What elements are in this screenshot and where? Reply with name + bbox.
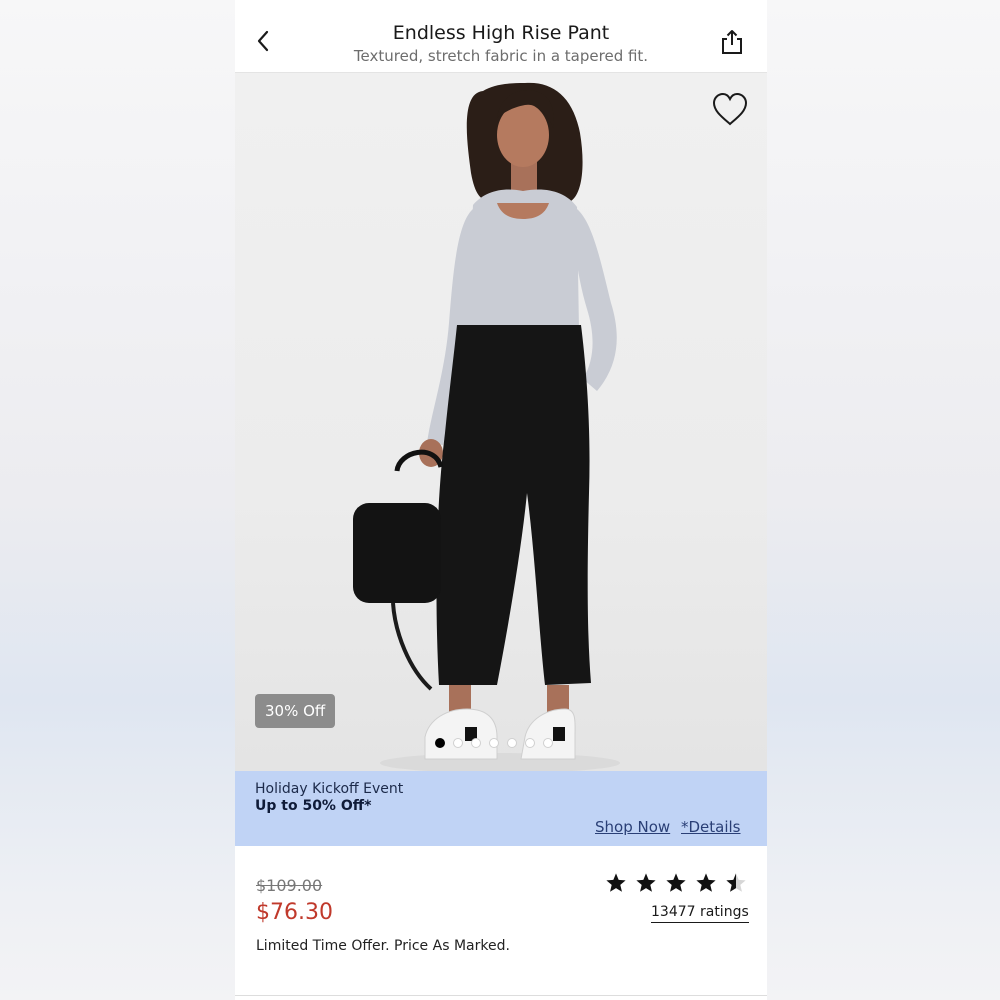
product-photo — [353, 82, 620, 771]
details-link[interactable]: *Details — [681, 818, 741, 836]
price-section: $109.00 $76.30 Limited Time Offer. Price… — [235, 846, 767, 996]
offer-note: Limited Time Offer. Price As Marked. — [256, 938, 510, 954]
share-icon — [722, 30, 742, 54]
sale-price: $76.30 — [256, 900, 333, 925]
discount-badge: 30% Off — [255, 694, 336, 728]
star-icon — [666, 873, 686, 892]
promo-offer: Up to 50% Off* — [255, 798, 372, 814]
carousel-dot[interactable] — [543, 738, 553, 748]
shop-now-link[interactable]: Shop Now — [595, 818, 670, 836]
ratings-count-link[interactable]: 13477 ratings — [651, 904, 749, 923]
heart-icon — [712, 92, 748, 126]
carousel-dot[interactable] — [525, 738, 535, 748]
divider — [235, 995, 767, 996]
half-star-icon — [726, 873, 746, 892]
carousel-dots — [435, 737, 553, 749]
star-icon — [636, 873, 656, 892]
product-page: Endless High Rise Pant Textured, stretch… — [235, 0, 767, 1000]
background-right — [767, 0, 1000, 1000]
carousel-dot[interactable] — [453, 738, 463, 748]
page-subtitle: Textured, stretch fabric in a tapered fi… — [353, 47, 649, 65]
product-image-carousel[interactable]: 30% Off — [235, 73, 767, 771]
star-rating[interactable] — [605, 872, 747, 896]
carousel-dot[interactable] — [507, 738, 517, 748]
star-icon — [696, 873, 716, 892]
share-button[interactable] — [719, 28, 745, 56]
carousel-dot[interactable] — [435, 738, 445, 748]
star-icon — [606, 873, 626, 892]
original-price: $109.00 — [256, 876, 323, 895]
promo-title: Holiday Kickoff Event — [255, 781, 404, 797]
favorite-button[interactable] — [711, 91, 749, 129]
page-title: Endless High Rise Pant — [392, 22, 610, 44]
carousel-dot[interactable] — [489, 738, 499, 748]
carousel-dot[interactable] — [471, 738, 481, 748]
header: Endless High Rise Pant Textured, stretch… — [235, 0, 767, 73]
promo-banner: Holiday Kickoff Event Up to 50% Off* Sho… — [235, 771, 767, 846]
background-left — [0, 0, 235, 1000]
